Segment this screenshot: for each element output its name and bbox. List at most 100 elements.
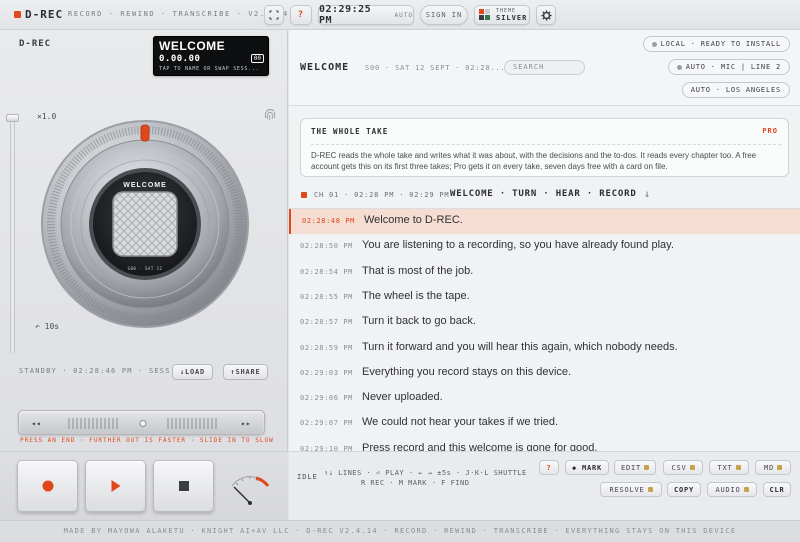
share-button[interactable]: ↑SHARE bbox=[223, 364, 268, 380]
transcript-line[interactable]: 02:28:55 PM The wheel is the tape. bbox=[289, 285, 800, 310]
shuttle-bar[interactable]: ◂◂ ▸▸ bbox=[18, 410, 265, 435]
app-brand: D-REC bbox=[25, 8, 64, 21]
line-text: Turn it forward and you will hear this a… bbox=[362, 340, 678, 353]
fingerprint-icon[interactable] bbox=[262, 106, 278, 122]
chapter-title: WELCOME · TURN · HEAR · RECORD bbox=[450, 189, 637, 199]
summary-body: D-REC reads the whole take and writes wh… bbox=[311, 151, 757, 171]
speed-slider-handle[interactable] bbox=[6, 114, 19, 122]
lock-icon bbox=[743, 487, 749, 492]
line-text: We could not hear your takes if we tried… bbox=[362, 416, 559, 429]
status-dot bbox=[676, 64, 682, 70]
deck-panel: D-REC WELCOME 0.00.00 00 TAP TO NAME OR … bbox=[0, 30, 288, 542]
shuttle-hint: PRESS AN END · FURTHER OUT IS FASTER · S… bbox=[20, 437, 274, 444]
shuttle-rewind-icon[interactable]: ◂◂ bbox=[31, 419, 41, 428]
copy-button[interactable]: COPY bbox=[667, 482, 701, 497]
transcript-toolbar: IDLE ↑↓ LINES · ⏎ PLAY · ← → ±5s · J·K·L… bbox=[289, 451, 800, 520]
fullscreen-button[interactable] bbox=[264, 5, 284, 25]
line-text: You are listening to a recording, so you… bbox=[362, 239, 674, 252]
help-button[interactable]: ? bbox=[539, 460, 559, 475]
summary-card[interactable]: THE WHOLE TAKE PRO D-REC reads the whole… bbox=[300, 118, 789, 177]
export-audio-button[interactable]: AUDIO bbox=[707, 482, 757, 497]
transcript-line[interactable]: 02:29:10 PM Press record and this welcome… bbox=[289, 437, 800, 452]
line-text: Never uploaded. bbox=[362, 391, 443, 404]
status-dot bbox=[651, 41, 657, 47]
help-button[interactable]: ? bbox=[290, 5, 312, 25]
transcript-list: 02:28:48 PM Welcome to D-REC. 02:28:50 PM Y… bbox=[289, 209, 800, 452]
txt-label: TXT bbox=[717, 463, 733, 472]
export-csv-button[interactable]: CSV bbox=[663, 460, 703, 475]
line-timestamp: 02:28:48 PM bbox=[302, 217, 355, 225]
pro-badge: PRO bbox=[762, 127, 778, 135]
line-text: Turn it back to go back. bbox=[362, 315, 476, 328]
shortcut-hints-1: ↑↓ LINES · ⏎ PLAY · ← → ±5s · J·K·L SHUT… bbox=[324, 469, 527, 477]
status-pill-install[interactable]: LOCAL · READY TO INSTALL bbox=[642, 36, 790, 52]
stop-button[interactable] bbox=[153, 460, 214, 512]
transcript-line[interactable]: 02:28:54 PM That is most of the job. bbox=[289, 260, 800, 285]
transcript-line[interactable]: 02:29:07 PM We could not hear your takes … bbox=[289, 411, 800, 436]
record-button[interactable] bbox=[17, 460, 78, 512]
display-time: 0.00.00 bbox=[159, 54, 201, 64]
wheel-label: WELCOME bbox=[123, 182, 167, 189]
display-hint: TAP TO NAME OR SWAP SESS... bbox=[159, 66, 260, 72]
mark-button[interactable]: ◆ MARK bbox=[565, 460, 609, 475]
level-meter-icon bbox=[231, 476, 270, 505]
theme-value: SILVER bbox=[496, 14, 528, 22]
chapter-download-icon[interactable]: ↓ bbox=[644, 189, 650, 200]
deck-status: STANDBY · 02:28:46 PM · SESS... bbox=[19, 367, 187, 375]
transcript-line[interactable]: 02:29:03 PM Everything you record stays o… bbox=[289, 361, 800, 386]
lock-icon bbox=[644, 465, 650, 470]
summary-title: THE WHOLE TAKE bbox=[311, 127, 389, 136]
transcript-line[interactable]: 02:29:06 PM Never uploaded. bbox=[289, 386, 800, 411]
line-text: The wheel is the tape. bbox=[362, 289, 470, 302]
brand-dot bbox=[14, 11, 21, 18]
record-icon bbox=[42, 480, 53, 492]
line-text: That is most of the job. bbox=[362, 264, 474, 277]
status-pill-input[interactable]: AUTO · MIC | LINE 2 bbox=[667, 59, 790, 75]
resolve-label: RESOLVE bbox=[609, 485, 645, 494]
line-timestamp: 02:28:55 PM bbox=[300, 292, 353, 301]
clear-button[interactable]: CLR bbox=[763, 482, 791, 497]
line-timestamp: 02:28:50 PM bbox=[300, 242, 353, 251]
take-meta: S00 · SAT 12 SEPT · 02:28... bbox=[365, 64, 506, 72]
shuttle-center-knob[interactable] bbox=[139, 420, 147, 427]
transcript-line[interactable]: 02:28:57 PM Turn it back to go back. bbox=[289, 310, 800, 335]
resolve-button[interactable]: RESOLVE bbox=[600, 482, 662, 497]
shuttle-ticks-right bbox=[167, 418, 217, 429]
wheel-position-marker bbox=[140, 124, 150, 142]
status-pill-location[interactable]: AUTO · LOS ANGELES bbox=[681, 82, 790, 98]
sign-in-button[interactable]: SIGN IN bbox=[420, 5, 468, 25]
take-display[interactable]: WELCOME 0.00.00 00 TAP TO NAME OR SWAP S… bbox=[153, 36, 269, 76]
take-title[interactable]: WELCOME bbox=[300, 62, 349, 73]
edit-label: EDIT bbox=[620, 463, 642, 472]
export-txt-button[interactable]: TXT bbox=[709, 460, 749, 475]
shuttle-forward-icon[interactable]: ▸▸ bbox=[241, 419, 251, 428]
chapter-header[interactable]: CH 01 · 02:28 PM · 02:29 PM WELCOME · TU… bbox=[289, 181, 800, 209]
chapter-dot bbox=[301, 192, 307, 198]
stop-icon bbox=[178, 481, 189, 491]
clock-time: 02:29:25 PM bbox=[319, 4, 372, 26]
gear-icon bbox=[540, 9, 552, 21]
lock-icon bbox=[777, 465, 783, 470]
clock-display[interactable]: 02:29:25 PM AUTO bbox=[318, 4, 414, 26]
line-timestamp: 02:29:07 PM bbox=[300, 419, 353, 428]
transcript-line[interactable]: 02:28:59 PM Turn it forward and you will … bbox=[289, 336, 800, 361]
settings-button[interactable] bbox=[536, 5, 556, 25]
csv-label: CSV bbox=[671, 463, 687, 472]
transcript-line[interactable]: 02:28:50 PM You are listening to a record… bbox=[289, 234, 800, 259]
lock-icon bbox=[735, 465, 741, 470]
summary-divider bbox=[311, 144, 781, 145]
line-text: Everything you record stays on this devi… bbox=[362, 365, 572, 378]
play-button[interactable] bbox=[85, 460, 146, 512]
deck-title: D-REC bbox=[19, 39, 52, 49]
jog-wheel[interactable]: WELCOME S00 · SAT 12 bbox=[40, 119, 250, 329]
speed-slider-track[interactable] bbox=[10, 118, 15, 354]
export-md-button[interactable]: MD bbox=[755, 460, 791, 475]
line-timestamp: 02:28:57 PM bbox=[300, 318, 353, 327]
transcript-line[interactable]: 02:28:48 PM Welcome to D-REC. bbox=[289, 209, 800, 234]
lock-icon bbox=[689, 465, 695, 470]
status-pill-text: AUTO · MIC | LINE 2 bbox=[685, 63, 781, 71]
load-button[interactable]: ↓LOAD bbox=[172, 364, 213, 380]
edit-button[interactable]: EDIT bbox=[614, 460, 656, 475]
theme-button[interactable]: THEME SILVER bbox=[474, 5, 530, 25]
search-input[interactable]: SEARCH bbox=[504, 60, 585, 75]
